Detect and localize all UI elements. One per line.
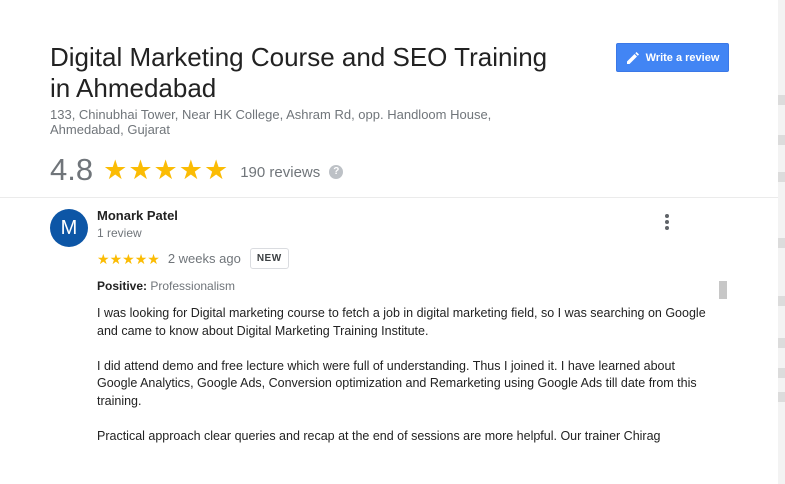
star-icon: ★ bbox=[153, 154, 178, 185]
positive-attributes: Positive: Professionalism bbox=[97, 279, 235, 293]
star-icon: ★ bbox=[103, 154, 128, 185]
review-time: 2 weeks ago bbox=[167, 251, 241, 266]
star-icon: ★ bbox=[203, 154, 229, 185]
write-review-label: Write a review bbox=[645, 51, 720, 64]
positive-value: Professionalism bbox=[150, 279, 236, 293]
backdrop-mark bbox=[778, 238, 785, 248]
rating-score: 4.8 bbox=[50, 152, 94, 187]
backdrop-mark bbox=[778, 296, 785, 306]
help-icon[interactable]: ? bbox=[329, 165, 344, 179]
review-stars: ★ ★ ★ ★ ★ bbox=[97, 252, 160, 266]
scrollbar-thumb[interactable] bbox=[719, 281, 727, 299]
star-icon: ★ bbox=[147, 250, 160, 267]
star-icon: ★ bbox=[122, 250, 135, 267]
backdrop-mark bbox=[778, 135, 785, 145]
review-text: I was looking for Digital marketing cour… bbox=[97, 305, 707, 443]
new-badge: NEW bbox=[249, 248, 289, 269]
review-paragraph: Practical approach clear queries and rec… bbox=[97, 428, 661, 443]
reviewer-name[interactable]: Monark Patel bbox=[97, 208, 178, 223]
star-icon: ★ bbox=[134, 250, 148, 267]
backdrop-mark bbox=[778, 392, 785, 402]
backdrop-mark bbox=[778, 95, 785, 105]
reviewer-review-count[interactable]: 1 review bbox=[97, 226, 142, 240]
write-review-button[interactable]: Write a review bbox=[616, 43, 729, 72]
divider bbox=[0, 197, 778, 198]
positive-label: Positive: bbox=[97, 279, 148, 293]
star-icon: ★ bbox=[97, 250, 110, 267]
review-paragraph: I did attend demo and free lecture which… bbox=[97, 358, 697, 408]
review-paragraph: I was looking for Digital marketing cour… bbox=[97, 306, 706, 338]
backdrop-mark bbox=[778, 338, 785, 348]
avatar[interactable]: M bbox=[50, 209, 88, 247]
review-meta: ★ ★ ★ ★ ★ 2 weeks ago NEW bbox=[97, 248, 289, 269]
backdrop-mark bbox=[778, 368, 785, 378]
star-icon: ★ bbox=[178, 154, 203, 185]
more-options-icon[interactable] bbox=[657, 212, 677, 232]
backdrop-mark bbox=[778, 172, 785, 182]
pencil-icon bbox=[626, 51, 639, 64]
star-icon: ★ bbox=[109, 250, 123, 267]
place-address: 133, Chinubhai Tower, Near HK College, A… bbox=[50, 107, 492, 137]
star-icon: ★ bbox=[128, 154, 153, 185]
place-title: Digital Marketing Course and SEO Trainin… bbox=[50, 42, 548, 103]
rating-summary: 4.8 ★ ★ ★ ★ ★ 190 reviews ? bbox=[50, 152, 344, 188]
rating-stars: ★ ★ ★ ★ ★ bbox=[103, 154, 229, 185]
review-count[interactable]: 190 reviews bbox=[240, 160, 320, 181]
reviews-dialog: Digital Marketing Course and SEO Trainin… bbox=[0, 0, 779, 484]
